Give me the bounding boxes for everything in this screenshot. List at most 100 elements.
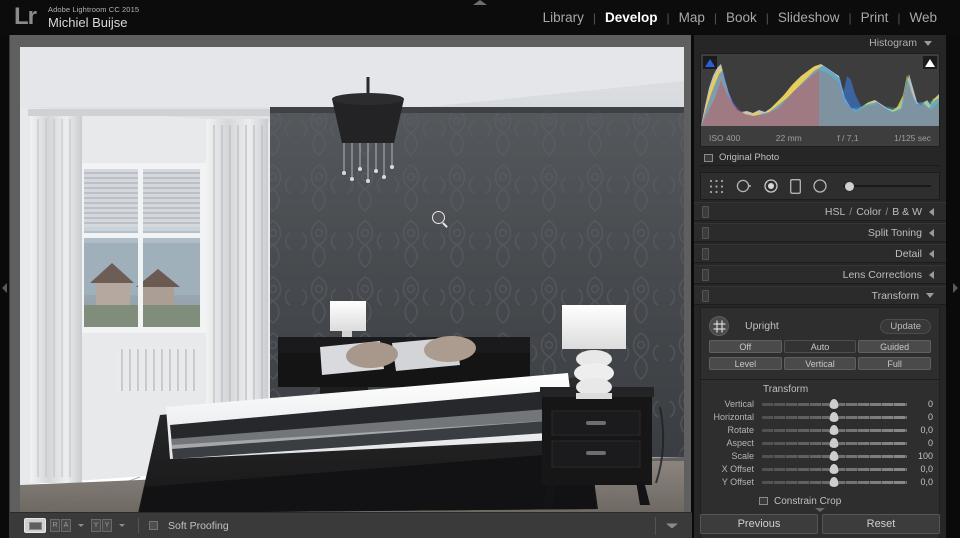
soft-proofing-checkbox[interactable]: [149, 521, 158, 530]
crop-overlay-icon[interactable]: [709, 179, 724, 194]
toolbar-collapse-chevron-down-icon[interactable]: [666, 523, 678, 528]
slider-value-y-offset[interactable]: 0,0: [907, 477, 933, 487]
panel-header-transform[interactable]: Transform: [694, 286, 946, 305]
tool-strip: [700, 172, 940, 200]
slider-knob-vertical[interactable]: [829, 398, 839, 409]
upright-grid-icon[interactable]: [709, 316, 729, 336]
slider-knob-x-offset[interactable]: [829, 463, 839, 474]
radial-filter-icon[interactable]: [813, 179, 827, 193]
left-panel-collapse-arrow-icon[interactable]: [2, 283, 7, 293]
panel-title-text: Transform: [871, 289, 919, 302]
slider-track-aspect[interactable]: [761, 437, 907, 448]
previous-button[interactable]: Previous: [700, 514, 818, 534]
module-tab-map[interactable]: Map: [670, 10, 714, 25]
slider-value-x-offset[interactable]: 0,0: [907, 464, 933, 474]
slider-row-vertical[interactable]: Vertical 0: [701, 397, 939, 410]
slider-knob-scale[interactable]: [829, 450, 839, 461]
histogram-header[interactable]: Histogram: [694, 35, 946, 51]
slider-row-y-offset[interactable]: Y Offset 0,0: [701, 475, 939, 488]
upright-button-full[interactable]: Full: [858, 357, 932, 370]
histogram-panel[interactable]: ISO 400 22 mm f / 7,1 1/125 sec: [700, 53, 940, 147]
slider-track-rotate[interactable]: [761, 424, 907, 435]
panel-end-chevron-down-icon[interactable]: [815, 508, 825, 512]
red-eye-correction-icon[interactable]: [764, 179, 778, 193]
panel-chevron-left-icon[interactable]: [929, 249, 934, 258]
slider-row-horizontal[interactable]: Horizontal 0: [701, 410, 939, 423]
adjustment-brush-slider[interactable]: [843, 181, 931, 191]
photo-container[interactable]: [20, 47, 684, 513]
slider-knob-aspect[interactable]: [829, 437, 839, 448]
upright-button-level[interactable]: Level: [709, 357, 782, 370]
panel-toggle-switch-lens-corrections[interactable]: [702, 268, 709, 281]
slider-track-x-offset[interactable]: [761, 463, 907, 474]
original-photo-label: Original Photo: [719, 152, 780, 163]
histogram-chevron-down-icon[interactable]: [924, 40, 932, 46]
panel-toggle-switch-transform[interactable]: [702, 289, 709, 302]
top-panel-collapse-arrow-icon[interactable]: [473, 0, 487, 5]
panel-toggle-switch-hsl-color-b-w[interactable]: [702, 205, 709, 218]
slider-value-rotate[interactable]: 0,0: [907, 425, 933, 435]
slider-track-horizontal[interactable]: [761, 411, 907, 422]
slider-label-horizontal: Horizontal: [713, 411, 754, 422]
slider-row-x-offset[interactable]: X Offset 0,0: [701, 462, 939, 475]
panel-chevron-left-icon[interactable]: [929, 207, 934, 216]
slider-label-rotate: Rotate: [727, 424, 754, 435]
panel-chevron-down-icon[interactable]: [926, 293, 934, 298]
transform-divider: [701, 379, 939, 380]
original-photo-row[interactable]: Original Photo: [700, 150, 940, 166]
slider-value-vertical[interactable]: 0: [907, 399, 933, 409]
survey-options-chevron-down-icon[interactable]: [119, 524, 125, 527]
shadow-clipping-indicator[interactable]: [703, 56, 717, 69]
constrain-crop-checkbox[interactable]: [759, 497, 768, 505]
panel-chevron-left-icon[interactable]: [929, 228, 934, 237]
right-panel-collapse-arrow-icon[interactable]: [953, 283, 958, 293]
panel-header-detail[interactable]: Detail: [694, 244, 946, 263]
photo-image[interactable]: [20, 47, 684, 513]
module-tab-web[interactable]: Web: [900, 10, 946, 25]
slider-track-vertical[interactable]: [761, 398, 907, 409]
slider-value-scale[interactable]: 100: [907, 451, 933, 461]
slider-value-horizontal[interactable]: 0: [907, 412, 933, 422]
image-preview-area[interactable]: R A Y Y Soft Proofing: [9, 35, 692, 538]
panel-header-split-toning[interactable]: Split Toning: [694, 223, 946, 242]
slider-value-aspect[interactable]: 0: [907, 438, 933, 448]
panel-header-hsl-color-b-w[interactable]: HSL / Color / B & W: [694, 202, 946, 221]
module-tab-slideshow[interactable]: Slideshow: [769, 10, 849, 25]
upright-button-guided[interactable]: Guided: [858, 340, 932, 353]
slider-row-rotate[interactable]: Rotate 0,0: [701, 423, 939, 436]
slider-row-scale[interactable]: Scale 100: [701, 449, 939, 462]
graduated-filter-icon[interactable]: [790, 178, 801, 194]
panel-header-lens-corrections[interactable]: Lens Corrections: [694, 265, 946, 284]
reset-button[interactable]: Reset: [822, 514, 940, 534]
upright-buttons-row-2: Level Vertical Full: [701, 355, 939, 372]
slider-knob-rotate[interactable]: [829, 424, 839, 435]
module-tab-print[interactable]: Print: [852, 10, 898, 25]
module-tab-book[interactable]: Book: [717, 10, 766, 25]
slider-track-scale[interactable]: [761, 450, 907, 461]
panel-toggle-switch-detail[interactable]: [702, 247, 709, 260]
original-photo-checkbox[interactable]: [704, 153, 713, 162]
panel-chevron-left-icon[interactable]: [929, 270, 934, 279]
spot-removal-icon[interactable]: [736, 179, 752, 193]
slider-knob-horizontal[interactable]: [829, 411, 839, 422]
aperture-value: f / 7,1: [837, 133, 859, 143]
upright-button-off[interactable]: Off: [709, 340, 782, 353]
upright-button-auto[interactable]: Auto: [783, 340, 857, 353]
module-tab-library[interactable]: Library: [534, 10, 593, 25]
slider-knob-y-offset[interactable]: [829, 476, 839, 487]
upright-button-vertical[interactable]: Vertical: [783, 357, 857, 370]
highlight-clipping-indicator[interactable]: [923, 56, 937, 69]
upright-update-button[interactable]: Update: [880, 318, 931, 334]
slider-row-aspect[interactable]: Aspect 0: [701, 436, 939, 449]
user-name: Michiel Buijse: [48, 14, 128, 30]
module-tab-develop[interactable]: Develop: [596, 10, 667, 25]
compare-options-chevron-down-icon[interactable]: [78, 524, 84, 527]
survey-view-button[interactable]: Y Y: [91, 519, 112, 532]
loupe-view-button[interactable]: [24, 518, 46, 533]
compare-view-button[interactable]: R A: [50, 519, 71, 532]
slider-track-y-offset[interactable]: [761, 476, 907, 487]
module-picker[interactable]: Library | Develop | Map | Book | Slideshow | Print…: [534, 0, 946, 35]
transform-section-label: Transform: [763, 384, 809, 395]
panel-title-hsl-color-b-w: HSL / Color / B & W: [825, 206, 934, 218]
panel-toggle-switch-split-toning[interactable]: [702, 226, 709, 239]
